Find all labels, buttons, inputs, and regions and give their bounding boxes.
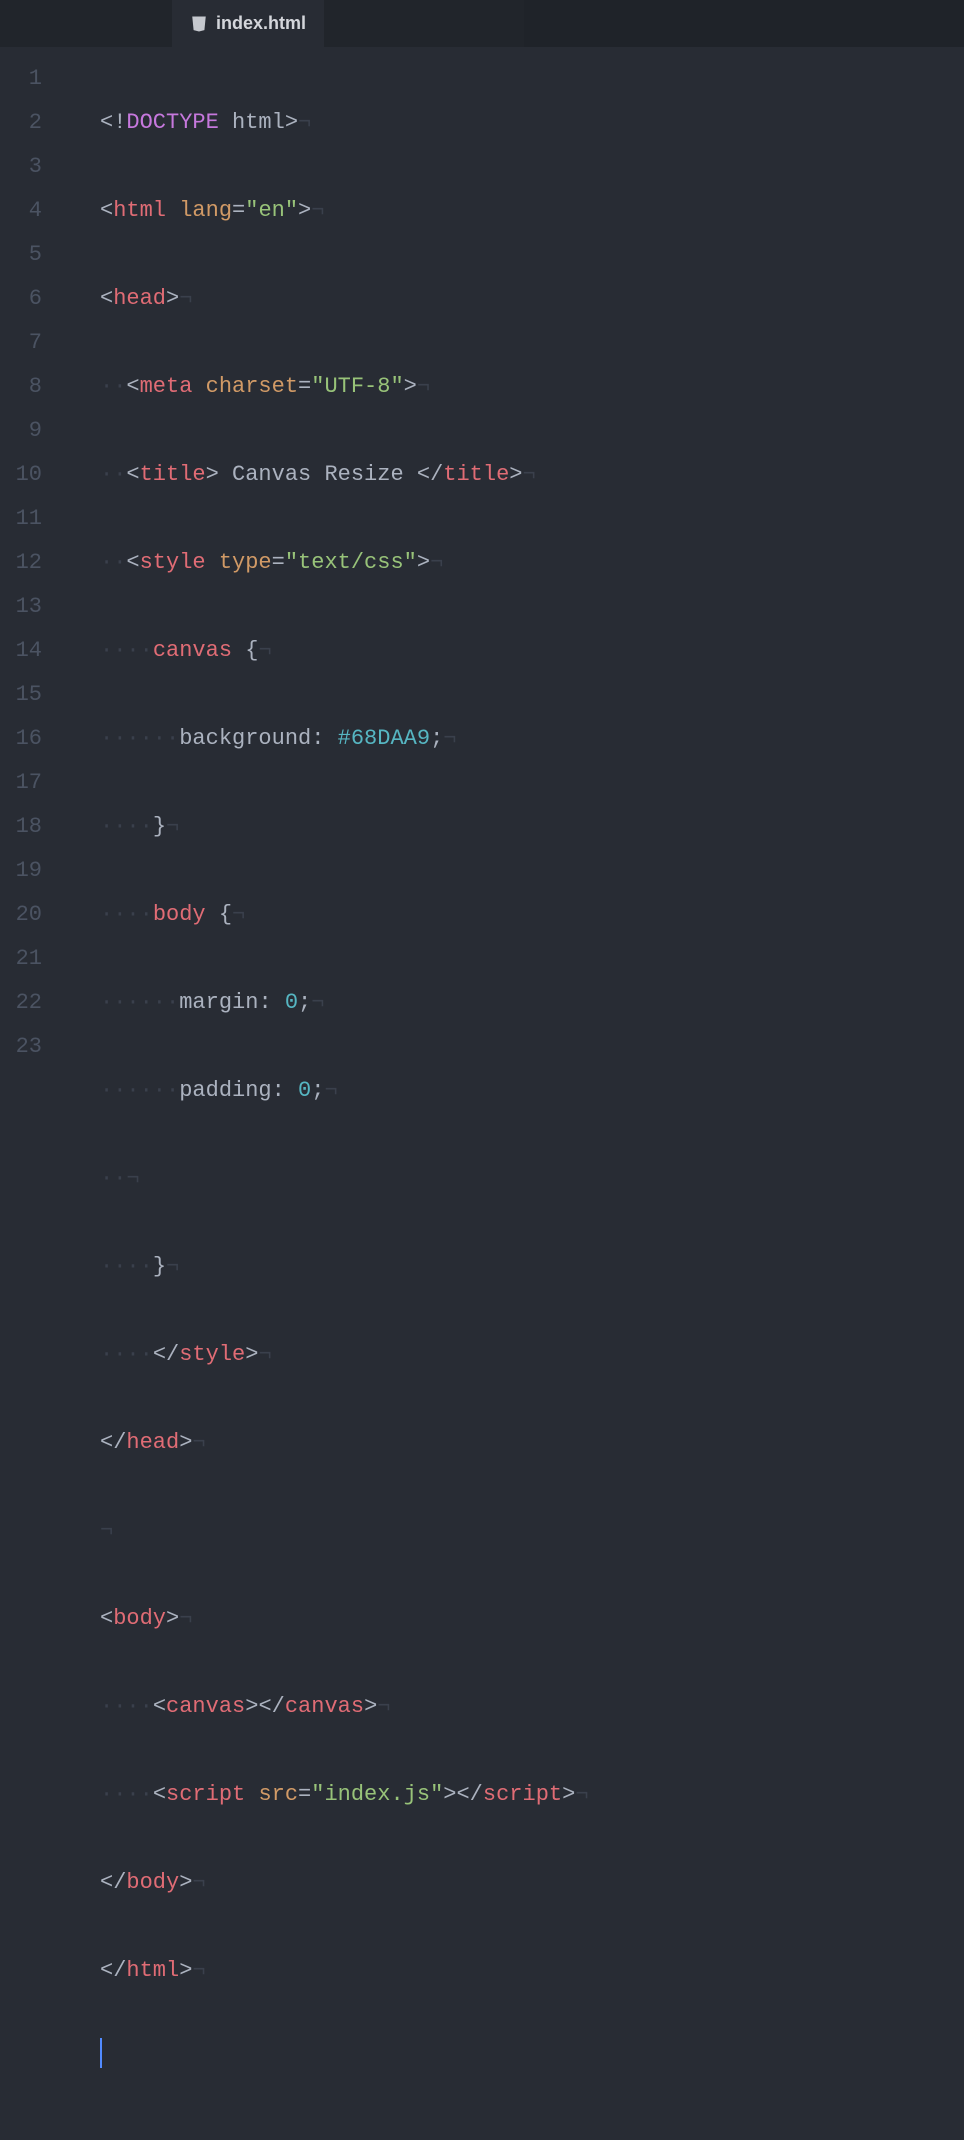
code-line: ····}¬ (100, 1245, 964, 1289)
code-line: <!DOCTYPE html>¬ (100, 101, 964, 145)
code-line: <body>¬ (100, 1597, 964, 1641)
line-number-gutter: 1 2 3 4 5 6 7 8 9 10 11 12 13 14 15 16 1… (0, 47, 56, 1070)
code-line: ··<meta charset="UTF-8">¬ (100, 365, 964, 409)
line-number: 20 (0, 893, 42, 937)
code-line: ······margin: 0;¬ (100, 981, 964, 1025)
code-line: ····}¬ (100, 805, 964, 849)
code-line: ····<canvas></canvas>¬ (100, 1685, 964, 1729)
editor[interactable]: 1 2 3 4 5 6 7 8 9 10 11 12 13 14 15 16 1… (0, 47, 964, 1070)
line-number: 21 (0, 937, 42, 981)
line-number: 17 (0, 761, 42, 805)
line-number: 15 (0, 673, 42, 717)
text-cursor (100, 2038, 102, 2068)
line-number: 16 (0, 717, 42, 761)
line-number: 3 (0, 145, 42, 189)
code-line: ····</style>¬ (100, 1333, 964, 1377)
line-number: 1 (0, 57, 42, 101)
line-number: 4 (0, 189, 42, 233)
tab-bar-right-panel (524, 0, 964, 47)
line-number: 9 (0, 409, 42, 453)
line-number: 13 (0, 585, 42, 629)
line-number: 8 (0, 365, 42, 409)
code-line (100, 2037, 964, 2081)
code-line: ······background: #68DAA9;¬ (100, 717, 964, 761)
code-line: </body>¬ (100, 1861, 964, 1905)
code-line: ··<title> Canvas Resize </title>¬ (100, 453, 964, 497)
code-line: ······padding: 0;¬ (100, 1069, 964, 1113)
line-number: 10 (0, 453, 42, 497)
line-number: 18 (0, 805, 42, 849)
line-number: 14 (0, 629, 42, 673)
line-number: 23 (0, 1025, 42, 1069)
html-file-icon (190, 15, 208, 33)
line-number: 19 (0, 849, 42, 893)
line-number: 11 (0, 497, 42, 541)
line-number: 7 (0, 321, 42, 365)
code-line: ····canvas {¬ (100, 629, 964, 673)
line-number: 6 (0, 277, 42, 321)
line-number: 12 (0, 541, 42, 585)
code-line: <head>¬ (100, 277, 964, 321)
code-line: </head>¬ (100, 1421, 964, 1465)
code-line: ····<script src="index.js"></script>¬ (100, 1773, 964, 1817)
line-number: 22 (0, 981, 42, 1025)
tab-active[interactable]: index.html (172, 0, 324, 47)
tab-bar: index.html (0, 0, 964, 47)
code-line: ····body {¬ (100, 893, 964, 937)
code-line: ¬ (100, 1509, 964, 1553)
code-line: <html lang="en">¬ (100, 189, 964, 233)
code-line: ··¬ (100, 1157, 964, 1201)
line-number: 5 (0, 233, 42, 277)
code-line: </html>¬ (100, 1949, 964, 1993)
tab-bar-spacer (324, 0, 524, 47)
tab-filename: index.html (216, 13, 306, 34)
line-number: 2 (0, 101, 42, 145)
code-line: ··<style type="text/css">¬ (100, 541, 964, 585)
code-area[interactable]: <!DOCTYPE html>¬ <html lang="en">¬ <head… (56, 47, 964, 1070)
